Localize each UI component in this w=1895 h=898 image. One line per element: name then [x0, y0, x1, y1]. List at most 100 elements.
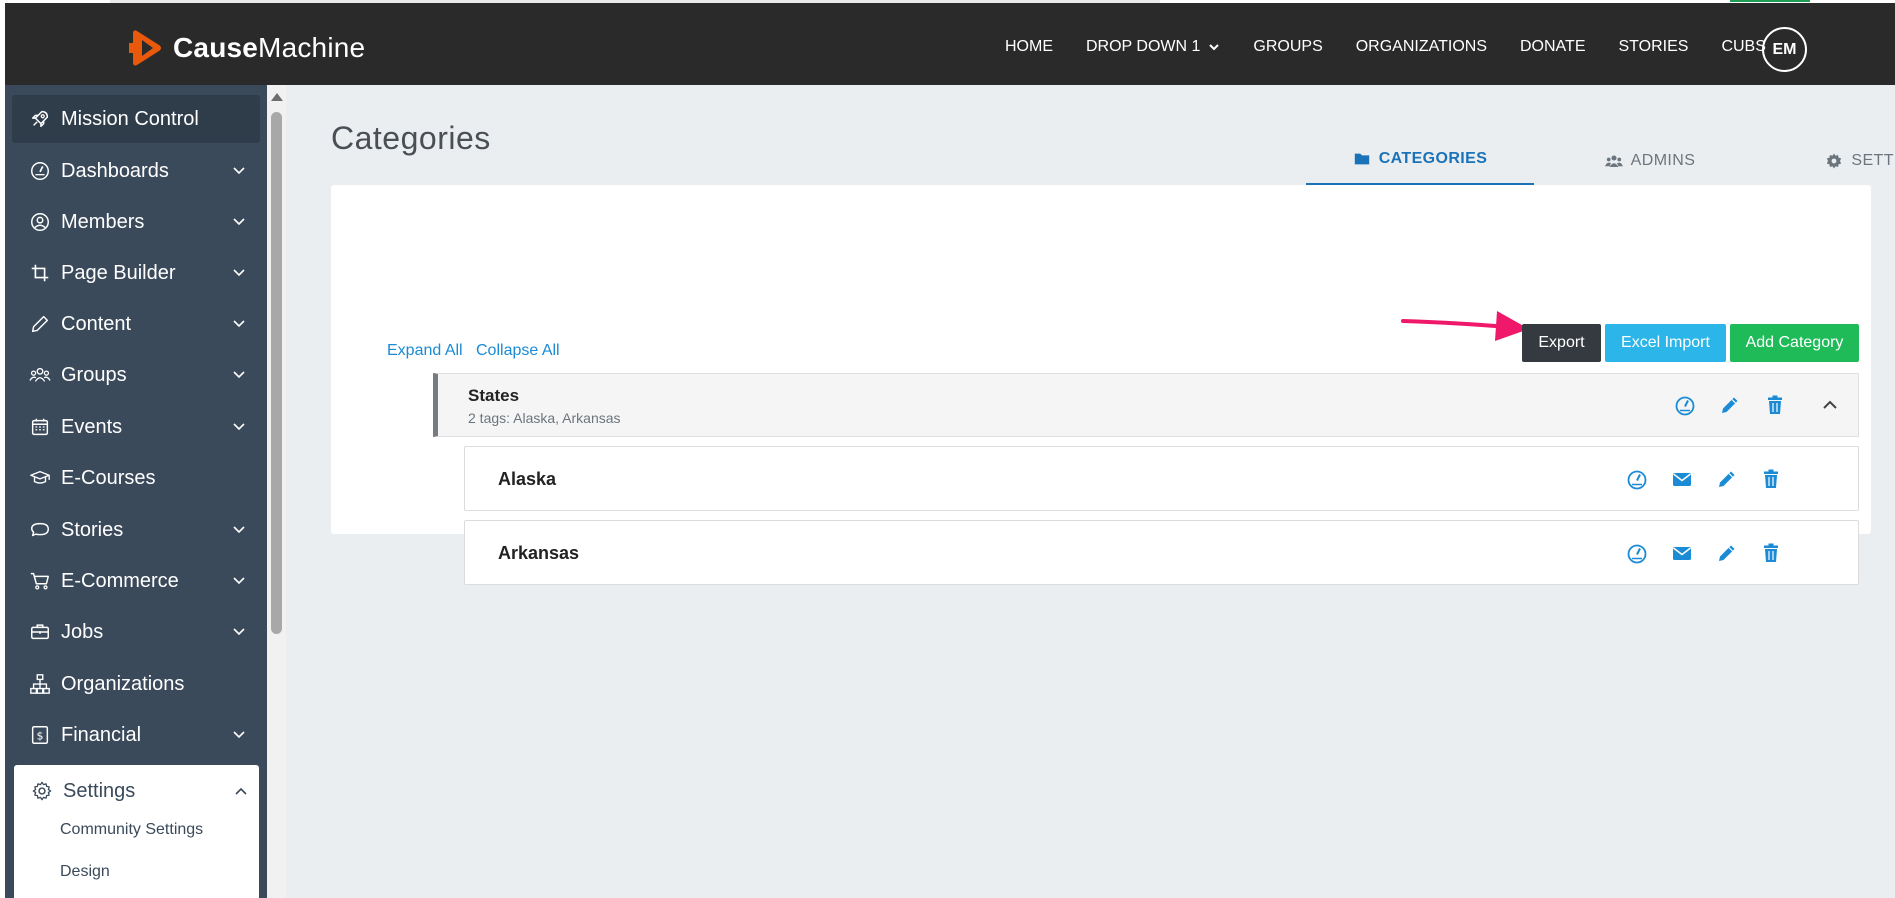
nav-groups[interactable]: GROUPS	[1253, 38, 1322, 56]
brand-name: CauseMachine	[173, 32, 366, 63]
nav-cubs[interactable]: CUBS	[1721, 38, 1765, 56]
sidebar-item-label: Dashboards	[61, 159, 169, 182]
sidebar-item-organizations[interactable]: Organizations	[12, 660, 260, 708]
chevron-down-icon	[233, 628, 245, 636]
chevron-down-icon	[233, 320, 245, 328]
chevron-down-icon	[233, 423, 245, 431]
tab-settings[interactable]: SETTINGS	[1766, 135, 1895, 187]
sidebar-item-groups[interactable]: Groups	[12, 351, 260, 399]
sidebar-item-label: Mission Control	[61, 107, 199, 130]
chevron-down-icon	[233, 269, 245, 277]
sidebar-item-settings[interactable]: Settings	[14, 767, 262, 815]
chevron-down-icon	[233, 218, 245, 226]
sidebar-item-dashboards[interactable]: Dashboards	[12, 147, 260, 195]
graduation-cap-icon	[27, 465, 53, 491]
scroll-up-arrow-icon[interactable]	[271, 93, 283, 101]
category-row[interactable]: States 2 tags: Alaska, Arkansas	[433, 373, 1859, 437]
nav-organizations[interactable]: ORGANIZATIONS	[1356, 38, 1487, 56]
sidebar-item-mission-control[interactable]: Mission Control	[12, 95, 260, 143]
sidebar-scroll-thumb[interactable]	[271, 112, 282, 634]
gauge-icon	[27, 158, 53, 184]
gear-icon	[1827, 153, 1842, 169]
trash-icon[interactable]	[1763, 393, 1787, 417]
tab-label: CATEGORIES	[1378, 150, 1488, 167]
org-chart-icon	[27, 671, 53, 697]
svg-text:$: $	[37, 730, 44, 743]
edit-icon[interactable]	[1715, 467, 1739, 491]
dashboard-icon[interactable]	[1625, 467, 1649, 491]
chat-bubble-icon	[27, 517, 53, 543]
sidebar-item-members[interactable]: Members	[12, 198, 260, 246]
sidebar-item-jobs[interactable]: Jobs	[12, 608, 260, 656]
dashboard-icon[interactable]	[1673, 393, 1697, 417]
sidebar: Mission Control Dashboards Members Page …	[5, 85, 267, 898]
tag-row[interactable]: Arkansas	[464, 520, 1859, 585]
chevron-up-icon[interactable]	[1818, 393, 1842, 417]
page-title: Categories	[331, 120, 491, 156]
sidebar-item-label: E-Courses	[61, 466, 156, 489]
calendar-icon	[27, 414, 53, 440]
sidebar-item-label: Jobs	[61, 620, 104, 643]
edit-icon[interactable]	[1715, 541, 1739, 565]
nav-drop-down-1[interactable]: DROP DOWN 1	[1086, 38, 1220, 56]
edit-icon[interactable]	[1718, 393, 1742, 417]
tab-label: SETTINGS	[1851, 152, 1895, 169]
export-button[interactable]: Export	[1522, 324, 1601, 362]
sidebar-item-label: Groups	[61, 363, 127, 386]
trash-icon[interactable]	[1759, 467, 1783, 491]
nav-stories[interactable]: STORIES	[1618, 38, 1688, 56]
sidebar-item-label: Settings	[63, 779, 136, 802]
nav-donate[interactable]: DONATE	[1520, 38, 1585, 56]
chevron-down-icon	[233, 577, 245, 585]
sidebar-item-label: Members	[61, 210, 145, 233]
chevron-down-icon	[233, 167, 245, 175]
add-category-button[interactable]: Add Category	[1730, 324, 1859, 362]
sidebar-item-label: Events	[61, 415, 123, 438]
chevron-down-icon	[233, 526, 245, 534]
users-icon	[27, 362, 53, 388]
sidebar-item-label: Page Builder	[61, 261, 176, 284]
dollar-icon: $	[27, 722, 53, 748]
collapse-all-link[interactable]: Collapse All	[476, 342, 560, 360]
main-nav: HOME DROP DOWN 1 GROUPS ORGANIZATIONS DO…	[1005, 31, 1799, 63]
crop-icon	[27, 260, 53, 286]
tab-categories[interactable]: CATEGORIES	[1306, 135, 1534, 187]
envelope-icon[interactable]	[1670, 541, 1694, 565]
nav-home[interactable]: HOME	[1005, 38, 1053, 56]
sidebar-item-financial[interactable]: $ Financial	[12, 711, 260, 759]
folder-icon	[1354, 153, 1369, 165]
envelope-icon[interactable]	[1670, 467, 1694, 491]
briefcase-icon	[27, 619, 53, 645]
sidebar-item-label: Content	[61, 312, 132, 335]
tab-label: ADMINS	[1630, 152, 1696, 169]
cart-icon	[27, 568, 53, 594]
chevron-up-icon	[235, 787, 247, 795]
sidebar-item-content[interactable]: Content	[12, 300, 260, 348]
sidebar-item-e-commerce[interactable]: E-Commerce	[12, 557, 260, 605]
dashboard-icon[interactable]	[1625, 541, 1649, 565]
trash-icon[interactable]	[1759, 541, 1783, 565]
user-avatar[interactable]: EM	[1762, 27, 1807, 72]
rocket-icon	[27, 106, 53, 132]
nav-drop-down-1-label: DROP DOWN 1	[1086, 38, 1201, 55]
excel-import-button[interactable]: Excel Import	[1605, 324, 1726, 362]
tag-title: Arkansas	[498, 543, 580, 563]
tag-row[interactable]: Alaska	[464, 446, 1859, 511]
tab-admins[interactable]: ADMINS	[1536, 135, 1764, 187]
sidebar-item-stories[interactable]: Stories	[12, 506, 260, 554]
expand-all-link[interactable]: Expand All	[387, 342, 463, 360]
sidebar-item-label: Financial	[61, 723, 142, 746]
sidebar-item-events[interactable]: Events	[12, 403, 260, 451]
brand-logo[interactable]: CauseMachine	[129, 27, 365, 69]
gear-icon	[29, 778, 55, 804]
browser-top-accent	[1730, 0, 1810, 2]
sidebar-item-e-courses[interactable]: E-Courses	[12, 454, 260, 502]
main-content: Categories CATEGORIES ADMINS SETTINGS Ex…	[286, 85, 1895, 898]
sidebar-subitem-community-settings[interactable]: Community Settings	[60, 821, 203, 839]
sidebar-item-label: Stories	[61, 518, 124, 541]
sidebar-subitem-design[interactable]: Design	[60, 863, 110, 881]
sidebar-item-page-builder[interactable]: Page Builder	[12, 249, 260, 297]
chevron-down-icon	[233, 731, 245, 739]
play-logo-icon	[129, 30, 161, 66]
top-navbar: CauseMachine HOME DROP DOWN 1 GROUPS ORG…	[5, 3, 1895, 85]
